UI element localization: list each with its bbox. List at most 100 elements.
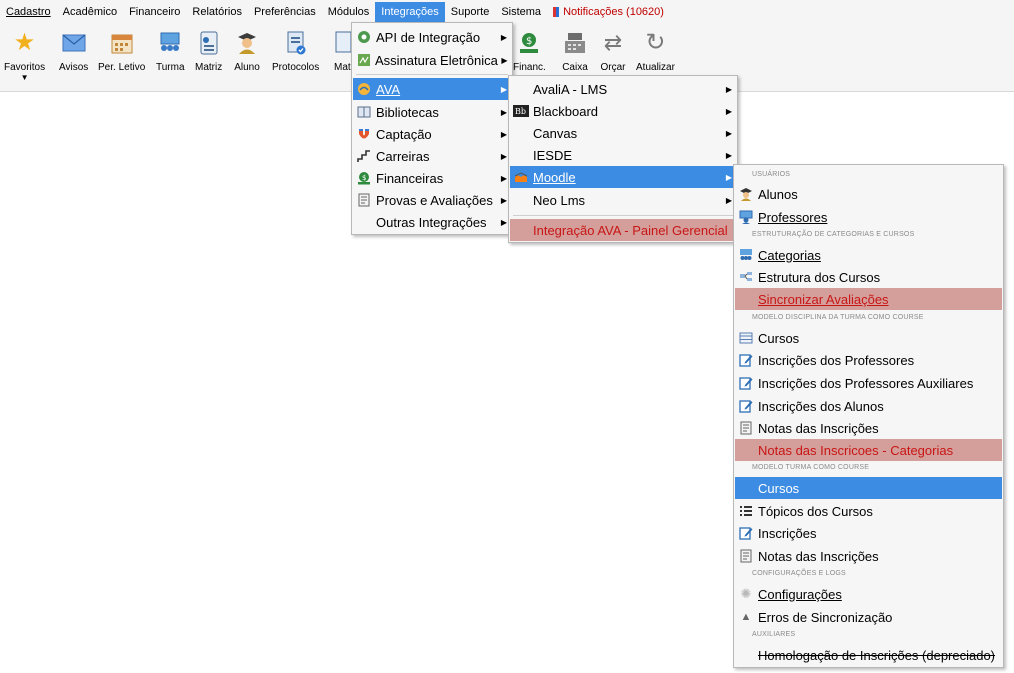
stairs-icon (356, 148, 372, 164)
menu-item-estrutura-cursos[interactable]: Estrutura dos Cursos (735, 266, 1002, 288)
aluno-button[interactable]: Aluno (234, 30, 260, 74)
menu-item-erros-sincronizacao[interactable]: ▲ Erros de Sincronização (735, 606, 1002, 628)
avisos-button[interactable]: Avisos (59, 30, 88, 74)
menu-item-label: Captação (376, 126, 432, 142)
menu-item-captacao[interactable]: Captação ▶ (353, 123, 511, 145)
menu-separator (513, 215, 733, 216)
menu-academico[interactable]: Acadêmico (57, 2, 123, 22)
orcar-button[interactable]: ⇄ Orçar (600, 30, 626, 74)
chevron-right-icon: ▶ (725, 84, 733, 94)
turma-button[interactable]: Turma (156, 30, 185, 74)
class-icon (157, 30, 183, 56)
menu-item-notas-inscricoes-categorias[interactable]: Notas das Inscricoes - Categorias (735, 439, 1002, 461)
edit-form-icon (738, 525, 754, 541)
menu-item-inscricoes[interactable]: Inscrições (735, 522, 1002, 544)
matriz-button[interactable]: Matriz (195, 30, 222, 74)
avisos-label: Avisos (59, 62, 89, 73)
menu-item-label: Cursos (758, 330, 800, 346)
menu-item-notas-inscricoes[interactable]: Notas das Inscrições (735, 417, 1002, 439)
menu-integracoes[interactable]: Integrações (375, 2, 445, 22)
menu-item-topicos-cursos[interactable]: Tópicos dos Cursos (735, 500, 1002, 522)
menu-item-label: AvaliA - LMS (533, 81, 608, 97)
menu-item-painel-gerencial[interactable]: Integração AVA - Painel Gerencial (510, 219, 736, 241)
notifications-link[interactable]: Notificações (10620) (547, 2, 670, 22)
menu-item-api-integracao[interactable]: API de Integração ▶ (353, 26, 511, 48)
menu-item-alunos[interactable]: Alunos (735, 183, 1002, 205)
menu-item-blackboard[interactable]: Bb Blackboard ▶ (510, 100, 736, 122)
gear-icon: ✺ (740, 586, 752, 601)
signature-icon (356, 52, 371, 68)
menu-item-provas[interactable]: Provas e Avaliações ▶ (353, 189, 511, 211)
caixa-button[interactable]: Caixa (562, 30, 588, 74)
per-letivo-label: Per. Letivo (98, 62, 146, 73)
protocolos-button[interactable]: Protocolos (272, 30, 319, 74)
cash-register-icon (562, 30, 588, 56)
category-usuarios: USUÁRIOS (752, 171, 791, 178)
menu-item-categorias[interactable]: Categorias (735, 244, 1002, 266)
matriz-label: Matriz (195, 62, 223, 73)
structure-icon (738, 269, 754, 285)
menu-item-financeiras[interactable]: $ Financeiras ▶ (353, 167, 511, 189)
menu-item-label: Inscrições (758, 525, 817, 541)
moodle-submenu: USUÁRIOS Alunos Professores ESTRUTURAÇÃO… (733, 164, 1004, 668)
menu-item-inscricoes-prof-aux[interactable]: Inscrições dos Professores Auxiliares (735, 372, 1002, 394)
financ-button[interactable]: $ Financ. (513, 30, 546, 74)
notification-icon (553, 7, 560, 17)
menu-relatorios[interactable]: Relatórios (186, 2, 248, 22)
menu-item-assinatura[interactable]: Assinatura Eletrônica ▶ (353, 49, 511, 71)
menu-item-homologacao[interactable]: Homologação de Inscrições (depreciado) (735, 644, 1002, 666)
categories-icon (738, 247, 754, 263)
api-icon (356, 29, 372, 45)
menu-item-canvas[interactable]: Canvas ▶ (510, 122, 736, 144)
menu-item-carreiras[interactable]: Carreiras ▶ (353, 145, 511, 167)
per-letivo-button[interactable]: Per. Letivo (98, 30, 145, 74)
menu-cadastro[interactable]: Cadastro (0, 2, 57, 22)
menu-preferencias[interactable]: Preferências (248, 2, 322, 22)
list-icon (738, 503, 754, 519)
menu-item-label: Estrutura dos Cursos (758, 269, 881, 285)
menu-item-label: Tópicos dos Cursos (758, 503, 873, 519)
menu-item-professores[interactable]: Professores (735, 206, 1002, 228)
menu-item-neo-lms[interactable]: Neo Lms ▶ (510, 189, 736, 211)
edit-form-icon (738, 398, 754, 414)
exam-icon (356, 192, 372, 208)
menu-sistema[interactable]: Sistema (495, 2, 547, 22)
menu-financeiro[interactable]: Financeiro (123, 2, 186, 22)
favoritos-button[interactable]: ★ Favoritos ▼ (4, 30, 45, 82)
moodle-icon (513, 169, 529, 185)
menu-item-avalia[interactable]: AvaliA - LMS ▶ (510, 78, 736, 100)
transfer-icon: ⇄ (603, 30, 623, 55)
grades-icon (738, 420, 754, 436)
menu-modulos[interactable]: Módulos (322, 2, 376, 22)
menu-item-bibliotecas[interactable]: Bibliotecas ▶ (353, 101, 511, 123)
matrix-icon (196, 30, 222, 56)
menu-separator (356, 74, 508, 75)
menu-bar: Cadastro Acadêmico Financeiro Relatórios… (0, 0, 1014, 24)
menu-item-label: IESDE (533, 147, 573, 163)
menu-item-label: Sincronizar Avaliações (758, 291, 889, 307)
menu-item-notas-inscricoes-turma[interactable]: Notas das Inscrições (735, 545, 1002, 567)
grades-icon (738, 548, 754, 564)
menu-item-outras[interactable]: Outras Integrações ▶ (353, 211, 511, 233)
menu-item-label: Moodle (533, 169, 576, 185)
envelope-icon (61, 30, 87, 56)
notifications-label: Notificações (10620) (563, 6, 664, 18)
menu-item-inscricoes-alunos[interactable]: Inscrições dos Alunos (735, 395, 1002, 417)
atualizar-button[interactable]: ↻ Atualizar (636, 30, 675, 74)
student-icon (738, 186, 754, 202)
menu-item-cursos-disciplina[interactable]: Cursos (735, 327, 1002, 349)
menu-item-inscricoes-professores[interactable]: Inscrições dos Professores (735, 349, 1002, 371)
menu-item-moodle[interactable]: Moodle ▶ (510, 166, 736, 188)
menu-item-sincronizar-avaliacoes[interactable]: Sincronizar Avaliações (735, 288, 1002, 310)
menu-item-ava[interactable]: AVA ▶ (353, 78, 511, 100)
menu-item-label: Inscrições dos Alunos (758, 398, 884, 414)
menu-item-iesde[interactable]: IESDE ▶ (510, 144, 736, 166)
menu-item-label: Assinatura Eletrônica (375, 52, 498, 68)
money-icon: $ (356, 170, 372, 186)
menu-item-label: Erros de Sincronização (758, 609, 893, 625)
menu-suporte[interactable]: Suporte (445, 2, 496, 22)
ava-icon (356, 81, 372, 97)
category-configuracoes: CONFIGURAÇÕES E LOGS (752, 570, 846, 577)
menu-item-cursos-turma[interactable]: Cursos (735, 477, 1002, 499)
menu-item-configuracoes[interactable]: ✺ Configurações (735, 583, 1002, 605)
